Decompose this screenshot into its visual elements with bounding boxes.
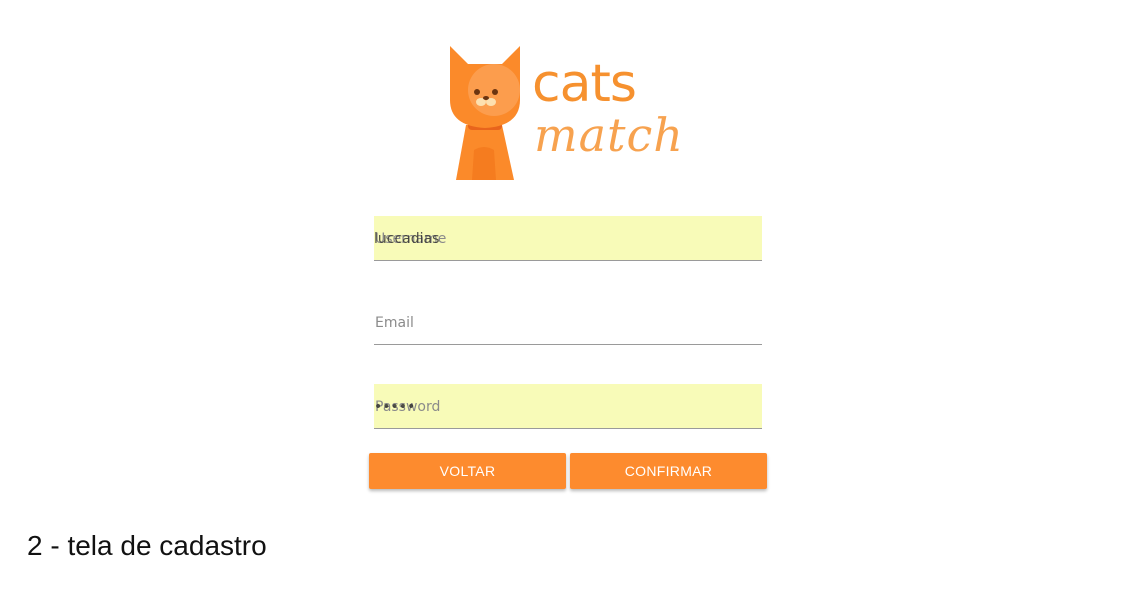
username-value[interactable]: luccadias: [374, 231, 439, 247]
cats-match-logo: cats match: [444, 40, 704, 185]
brand-word-cats: cats: [532, 54, 637, 114]
username-field[interactable]: Username luccadias: [374, 216, 762, 261]
back-button[interactable]: VOLTAR: [369, 453, 566, 489]
email-placeholder: Email: [375, 315, 414, 331]
screen-caption: 2 - tela de cadastro: [27, 530, 267, 561]
password-value[interactable]: •••••: [374, 399, 415, 415]
password-field[interactable]: Password •••••: [374, 384, 762, 429]
email-field[interactable]: Email: [374, 300, 762, 345]
cat-icon: [450, 46, 520, 180]
brand-word-match: match: [534, 108, 684, 162]
signup-page: cats match Username luccadias Email Pass…: [0, 0, 1135, 601]
confirm-button[interactable]: CONFIRMAR: [570, 453, 767, 489]
